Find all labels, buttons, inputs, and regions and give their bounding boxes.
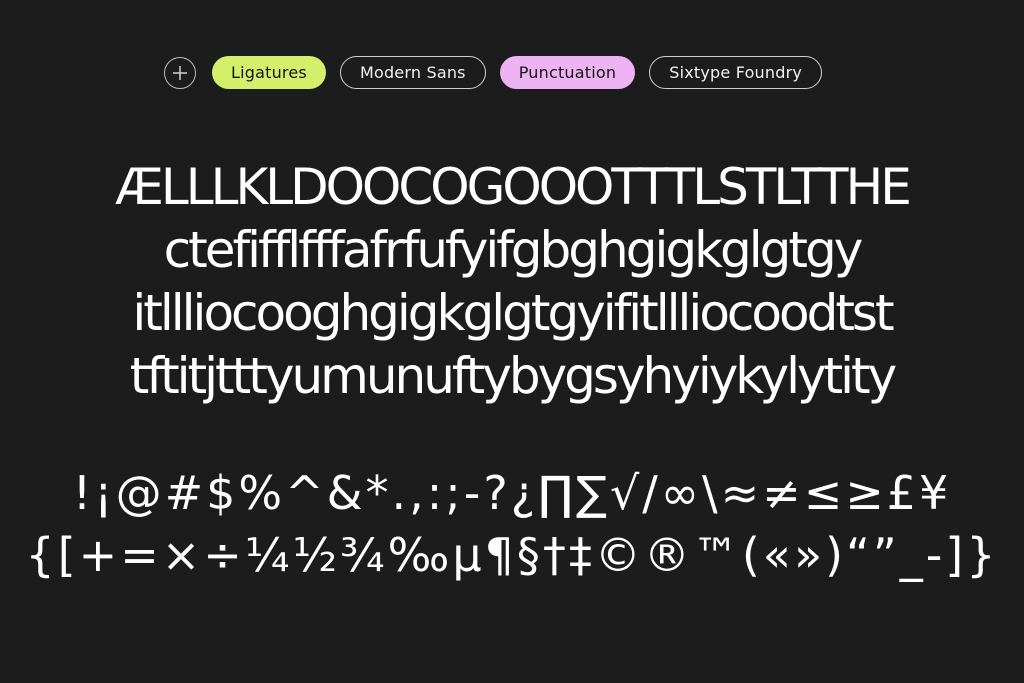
ligature-line-2: ctefifflfffafrfufyifgbghgigkglgtgy: [163, 221, 864, 279]
punctuation-line-2: {[+=×÷¼½¾‰µ¶§†‡©®™(«»)“”_-]}: [25, 528, 999, 582]
ligature-line-1: ÆLLLKLDOOCOGOOOTTTLSTLTTHE: [115, 158, 912, 216]
ligature-line-4: tftitjtttyumunuftybygsyhyiykylytity: [129, 347, 898, 405]
tag-modern-sans[interactable]: Modern Sans: [339, 56, 486, 89]
punctuation-line-1: !¡@#$%^&*.,:;-?¿∏∑√/∞\≈≠≤≥£¥: [72, 466, 952, 520]
add-tag-button[interactable]: [164, 56, 196, 89]
punctuation-specimen: !¡@#$%^&*.,:;-?¿∏∑√/∞\≈≠≤≥£¥ {[+=×÷¼½¾‰µ…: [0, 470, 1024, 578]
tag-sixtype-foundry[interactable]: Sixtype Foundry: [649, 56, 823, 89]
tag-punctuation[interactable]: Punctuation: [499, 56, 636, 89]
plus-icon: [173, 65, 187, 80]
ligature-line-3: itllliocooghgigkglgtgyifitllliocoodtst: [132, 284, 894, 342]
tag-ligatures[interactable]: Ligatures: [212, 56, 326, 89]
tag-row: Ligatures Modern Sans Punctuation Sixtyp…: [164, 56, 823, 89]
ligature-specimen: ÆLLLKLDOOCOGOOOTTTLSTLTTHE ctefifflfffaf…: [0, 162, 1024, 401]
